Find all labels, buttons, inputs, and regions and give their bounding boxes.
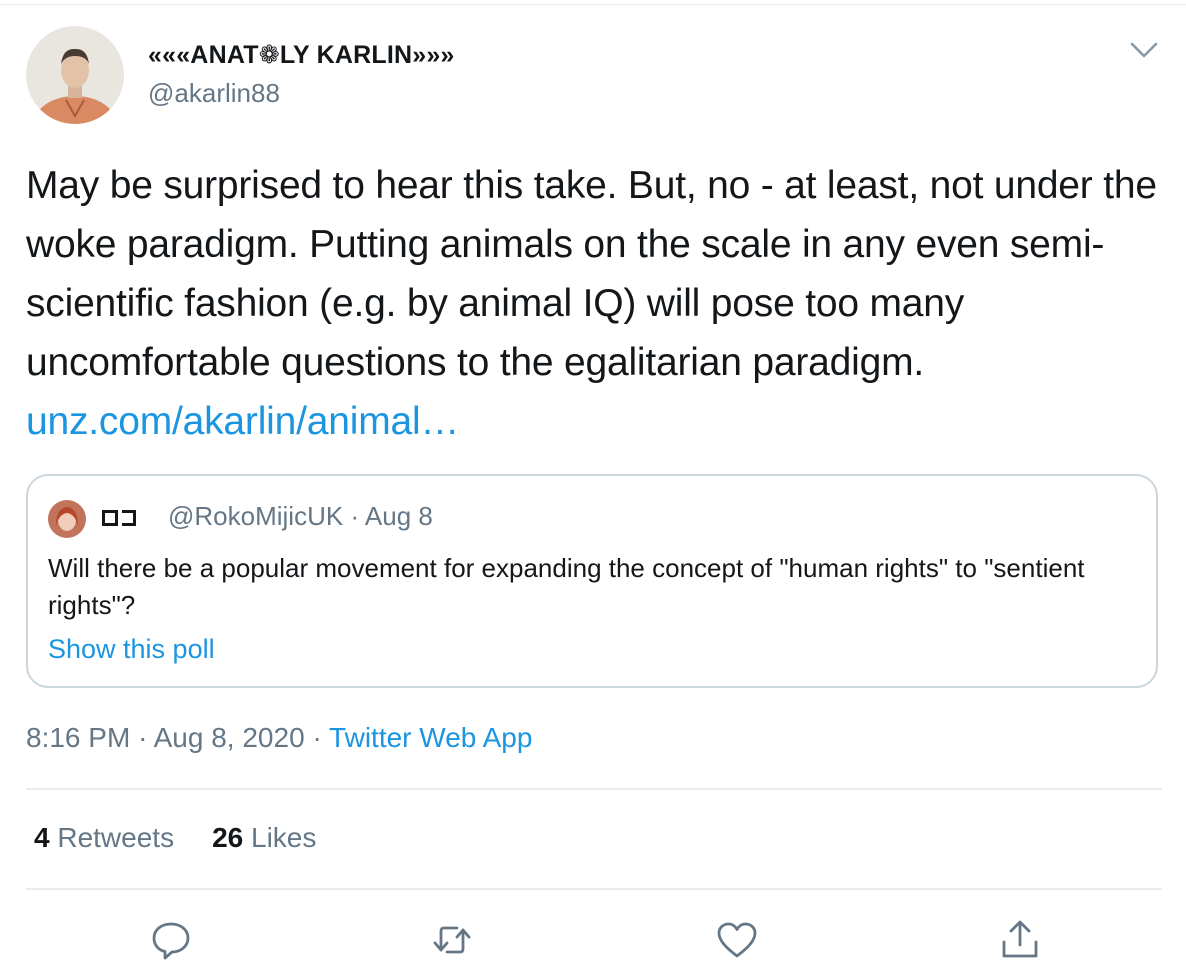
- divider: [26, 888, 1162, 890]
- top-divider: [0, 4, 1186, 5]
- quoted-author-avatar: [48, 500, 86, 538]
- tweet-stats: 4 Retweets 26 Likes: [34, 822, 316, 854]
- quoted-meta-separator: ·: [350, 501, 360, 531]
- meta-separator: ·: [138, 722, 148, 753]
- share-icon[interactable]: [998, 918, 1042, 962]
- meta-separator: ·: [312, 722, 322, 753]
- quoted-tweet-text: Will there be a popular movement for exp…: [48, 553, 1085, 620]
- retweets-stat[interactable]: 4 Retweets: [34, 822, 174, 853]
- show-poll-link[interactable]: Show this poll: [48, 634, 215, 665]
- quoted-tweet-date: Aug 8: [364, 501, 433, 531]
- quoted-author-meta: @RokoMijicUK · Aug 8: [168, 501, 433, 532]
- square-glyph-icon: [102, 510, 118, 526]
- author-display-name[interactable]: «««ANAT❁LY KARLIN»»»: [148, 40, 455, 70]
- divider: [26, 788, 1162, 790]
- quoted-author-handle: @RokoMijicUK: [168, 501, 344, 531]
- likes-label: Likes: [251, 822, 317, 853]
- tweet-source-link[interactable]: Twitter Web App: [329, 722, 532, 753]
- quoted-tweet-card[interactable]: @RokoMijicUK · Aug 8 Will there be a pop…: [26, 474, 1158, 688]
- chevron-down-icon[interactable]: [1128, 38, 1160, 62]
- reply-icon[interactable]: [149, 918, 193, 962]
- quoted-author-name: [102, 503, 140, 532]
- square-glyph-icon: [122, 510, 136, 526]
- tweet-link[interactable]: unz.com/akarlin/animal…: [26, 400, 459, 443]
- likes-stat[interactable]: 26 Likes: [212, 822, 316, 853]
- author-handle[interactable]: @akarlin88: [148, 78, 280, 109]
- author-avatar[interactable]: [26, 26, 124, 124]
- retweets-count: 4: [34, 822, 50, 853]
- tweet-meta: 8:16 PM · Aug 8, 2020 · Twitter Web App: [26, 722, 532, 754]
- tweet-body: May be surprised to hear this take. But,…: [26, 164, 1157, 384]
- retweet-icon[interactable]: [430, 918, 474, 962]
- likes-count: 26: [212, 822, 244, 853]
- retweets-label: Retweets: [57, 822, 175, 853]
- tweet-text: May be surprised to hear this take. But,…: [26, 156, 1176, 451]
- like-icon[interactable]: [715, 918, 759, 962]
- tweet-time[interactable]: 8:16 PM: [26, 722, 130, 753]
- tweet-date[interactable]: Aug 8, 2020: [154, 722, 305, 753]
